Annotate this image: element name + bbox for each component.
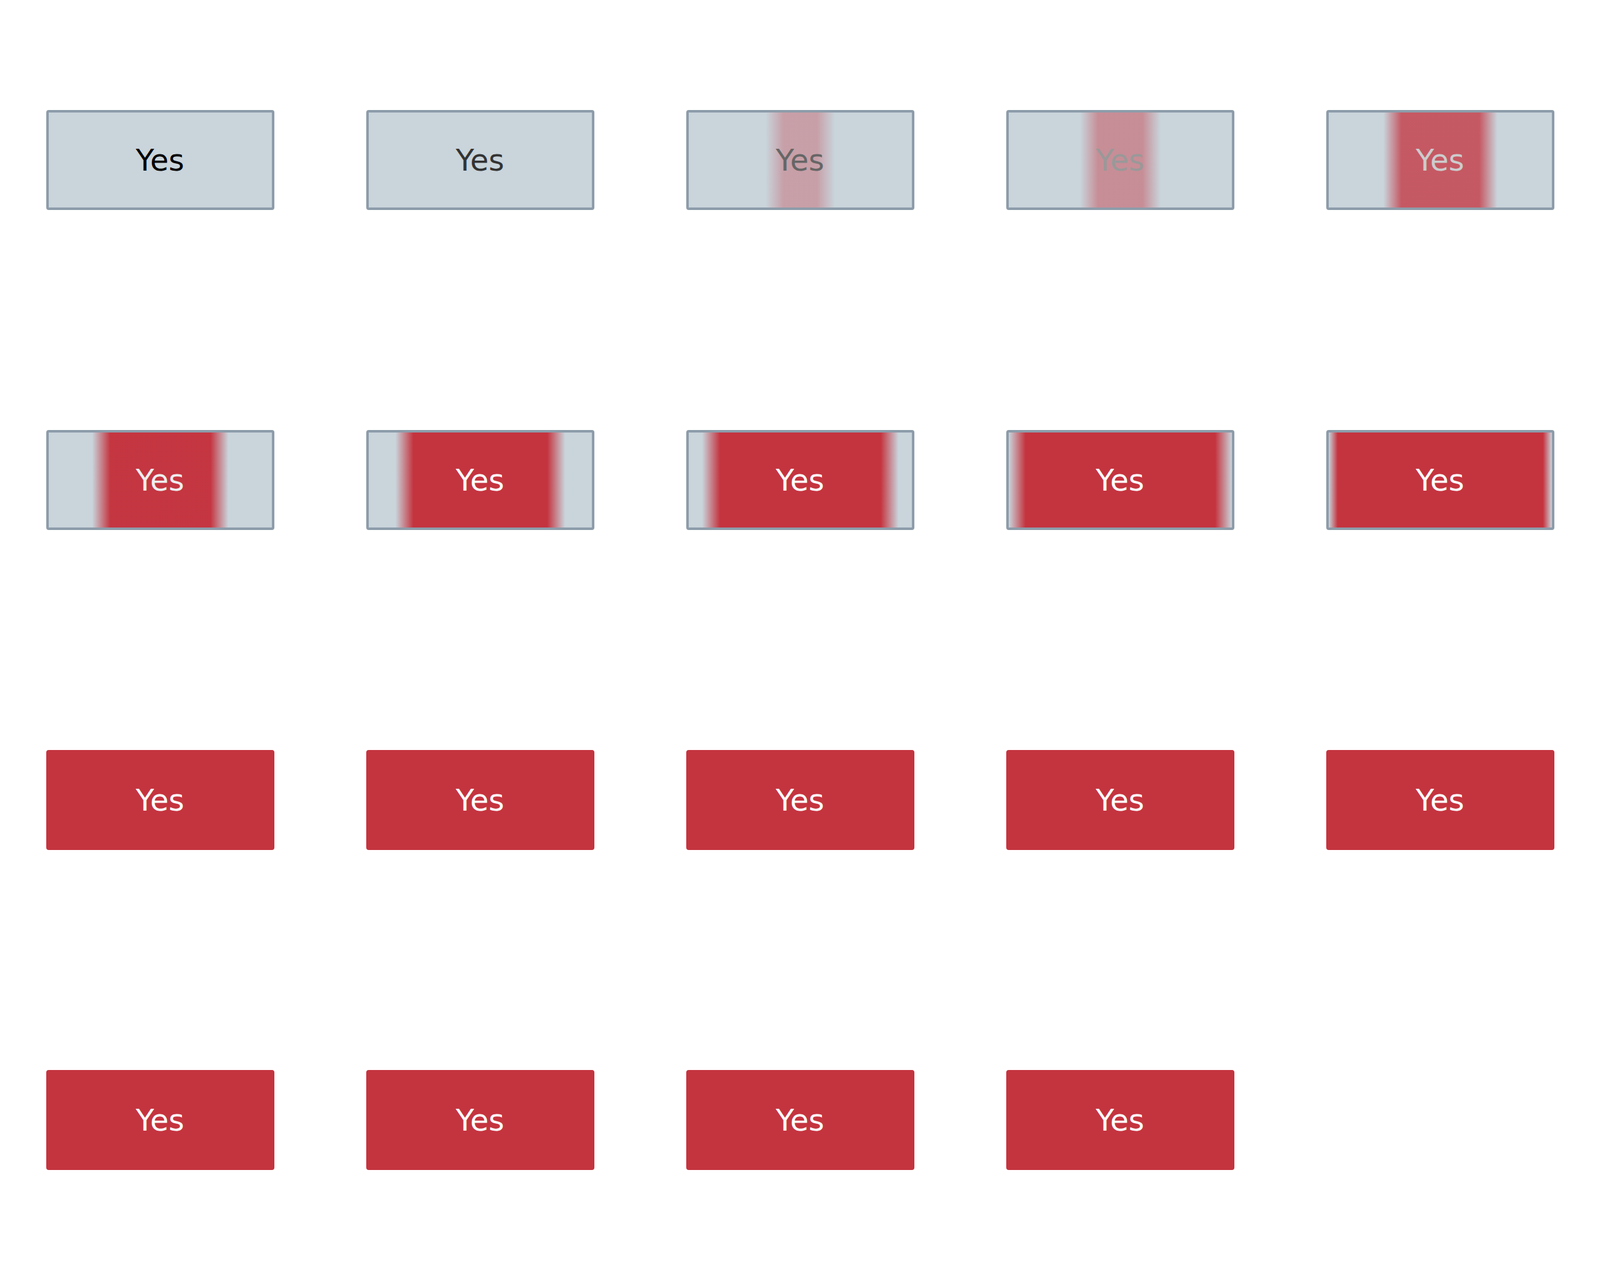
yes-button[interactable]: Yes xyxy=(1326,110,1555,210)
yes-button[interactable]: Yes xyxy=(46,430,275,530)
yes-button[interactable]: Yes xyxy=(1326,750,1555,850)
yes-button[interactable]: Yes xyxy=(1006,1070,1235,1170)
frame-cell: Yes xyxy=(0,0,320,320)
yes-button[interactable]: Yes xyxy=(366,430,595,530)
button-label: Yes xyxy=(135,136,184,184)
frame-cell: Yes xyxy=(640,640,960,960)
yes-button[interactable]: Yes xyxy=(366,750,595,850)
frame-cell: Yes xyxy=(960,0,1280,320)
yes-button[interactable]: Yes xyxy=(686,1070,915,1170)
frame-cell: Yes xyxy=(1280,320,1600,640)
yes-button[interactable]: Yes xyxy=(366,110,595,210)
frame-cell: Yes xyxy=(640,320,960,640)
frame-grid: Yes Yes Yes Yes Yes Yes Yes Yes Yes Yes Yes Yes Yes Y… xyxy=(0,0,1600,1280)
button-label: Yes xyxy=(135,1096,184,1144)
button-label: Yes xyxy=(455,136,504,184)
yes-button[interactable]: Yes xyxy=(46,750,275,850)
frame-cell: Yes xyxy=(1280,640,1600,960)
button-label: Yes xyxy=(1095,136,1144,184)
button-label: Yes xyxy=(775,456,824,504)
button-label: Yes xyxy=(135,456,184,504)
frame-cell: Yes xyxy=(320,0,640,320)
yes-button[interactable]: Yes xyxy=(686,430,915,530)
frame-cell: Yes xyxy=(320,320,640,640)
button-label: Yes xyxy=(775,136,824,184)
button-label: Yes xyxy=(775,1096,824,1144)
button-label: Yes xyxy=(1415,136,1464,184)
frame-cell: Yes xyxy=(960,640,1280,960)
yes-button[interactable]: Yes xyxy=(366,1070,595,1170)
frame-cell: Yes xyxy=(320,640,640,960)
button-label: Yes xyxy=(1095,1096,1144,1144)
yes-button[interactable]: Yes xyxy=(46,110,275,210)
button-label: Yes xyxy=(455,1096,504,1144)
button-label: Yes xyxy=(455,456,504,504)
button-label: Yes xyxy=(135,776,184,824)
frame-cell: Yes xyxy=(640,0,960,320)
button-label: Yes xyxy=(1415,456,1464,504)
frame-cell: Yes xyxy=(640,960,960,1280)
yes-button[interactable]: Yes xyxy=(1326,430,1555,530)
yes-button[interactable]: Yes xyxy=(1006,750,1235,850)
yes-button[interactable]: Yes xyxy=(686,750,915,850)
yes-button[interactable]: Yes xyxy=(1006,110,1235,210)
yes-button[interactable]: Yes xyxy=(46,1070,275,1170)
frame-cell: Yes xyxy=(1280,0,1600,320)
frame-cell: Yes xyxy=(0,640,320,960)
frame-cell: Yes xyxy=(320,960,640,1280)
button-label: Yes xyxy=(1095,456,1144,504)
button-label: Yes xyxy=(455,776,504,824)
button-label: Yes xyxy=(775,776,824,824)
frame-cell: Yes xyxy=(960,960,1280,1280)
button-label: Yes xyxy=(1415,776,1464,824)
frame-cell: Yes xyxy=(0,320,320,640)
frame-cell: Yes xyxy=(0,960,320,1280)
frame-cell: Yes xyxy=(960,320,1280,640)
button-label: Yes xyxy=(1095,776,1144,824)
yes-button[interactable]: Yes xyxy=(1006,430,1235,530)
yes-button[interactable]: Yes xyxy=(686,110,915,210)
